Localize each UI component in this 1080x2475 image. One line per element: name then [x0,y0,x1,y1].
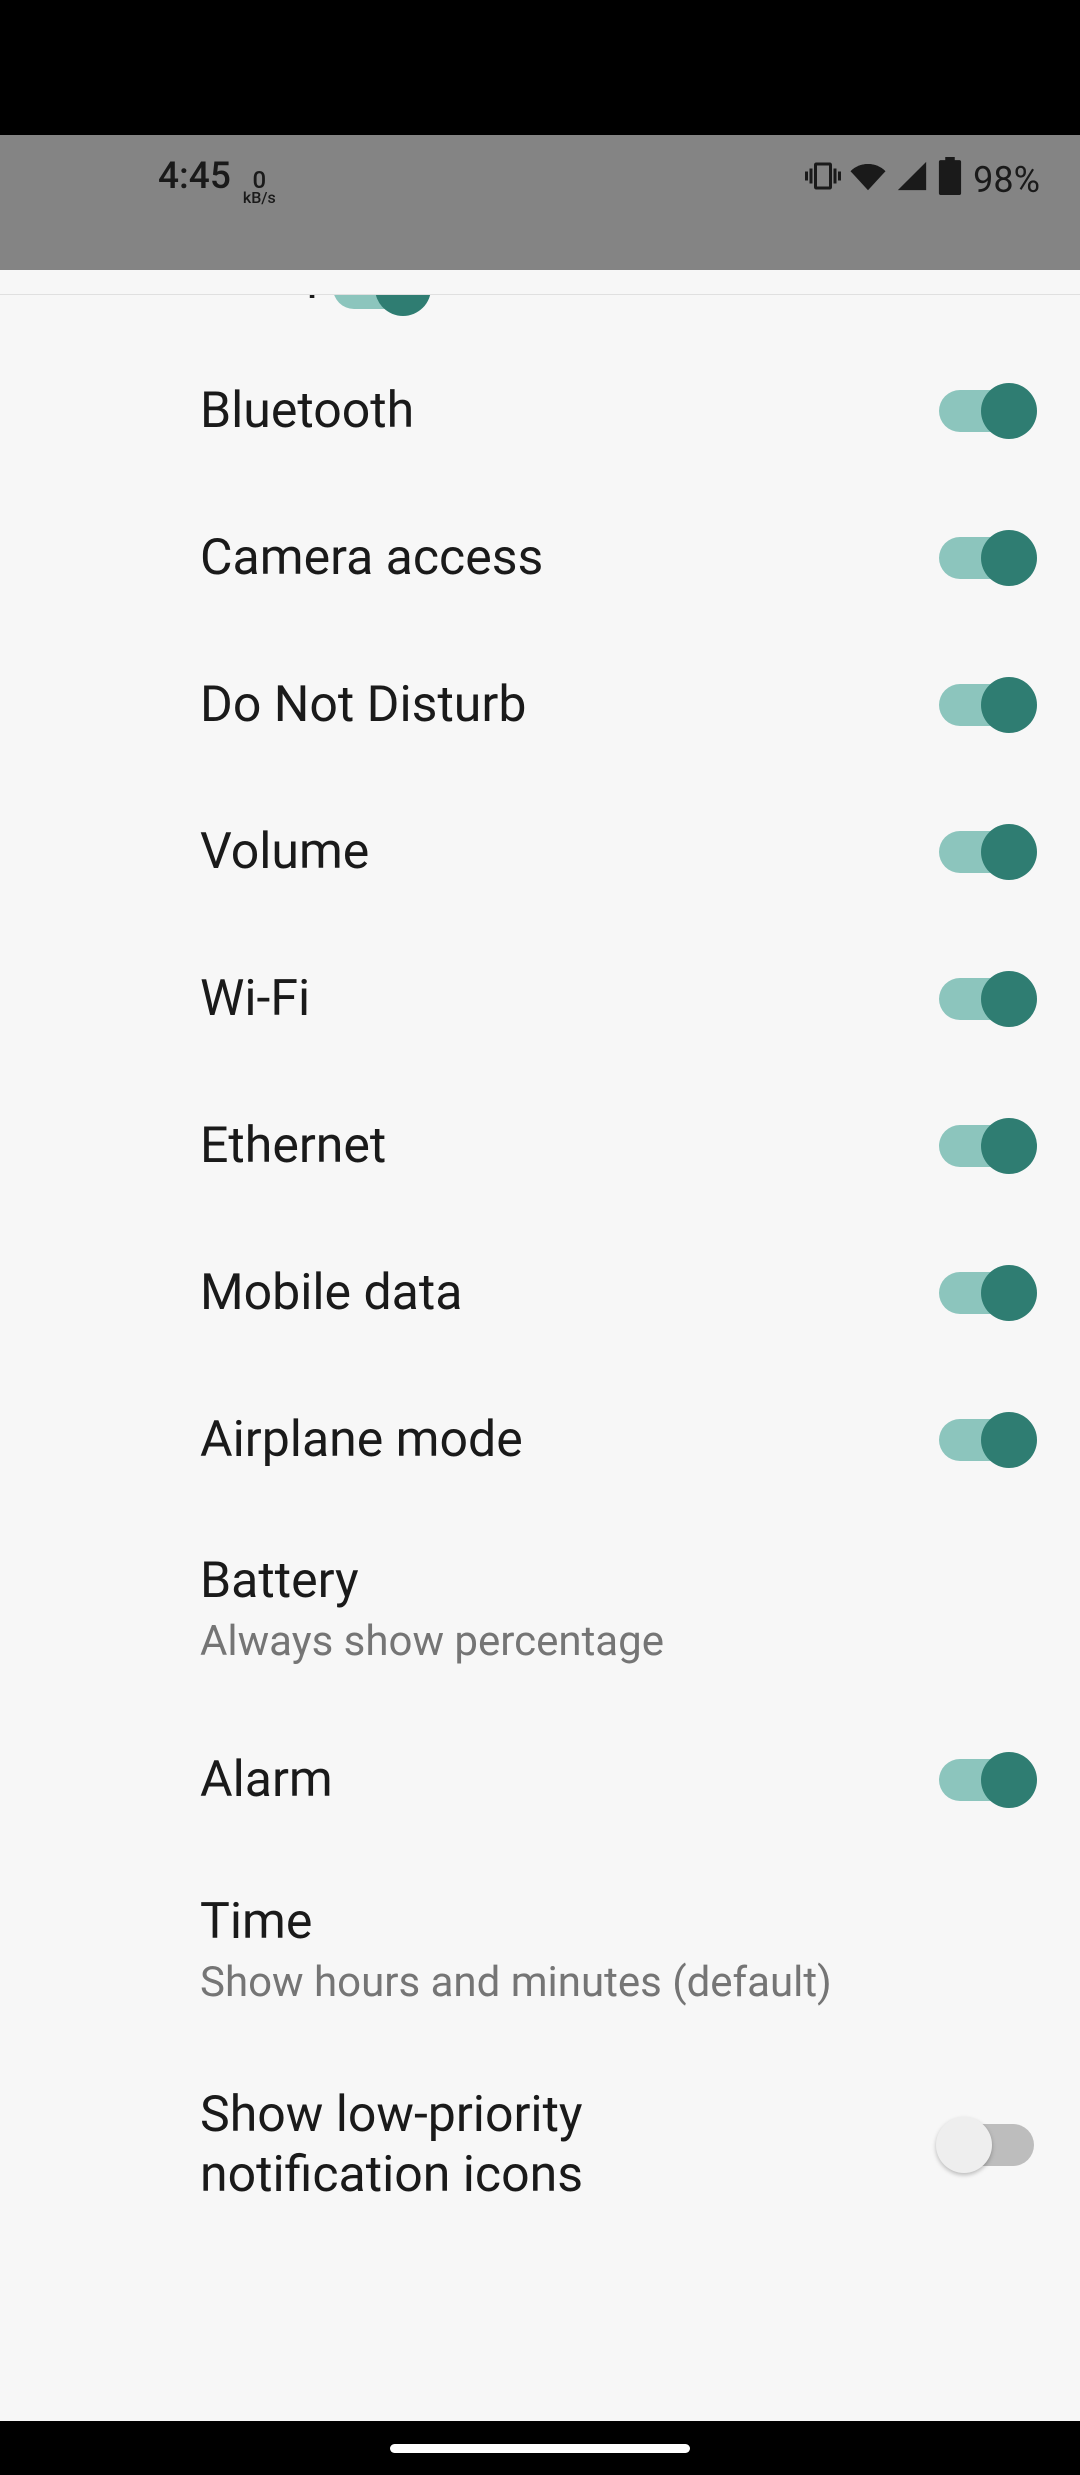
row-label: Battery [200,1551,664,1611]
list-item[interactable]: Ethernet [0,1072,1080,1219]
status-bar: 4:45 0 kB/s 98% [0,135,1080,225]
toggle-thumb [981,971,1037,1027]
row-text: Show low-priority notification icons [200,2085,840,2205]
row-text: Wi-Fi [200,969,310,1029]
list-item[interactable]: BatteryAlways show percentage [0,1513,1080,1707]
toggle-thumb [981,1412,1037,1468]
toggle-switch[interactable] [939,2124,1034,2166]
toggle-switch[interactable] [939,1125,1034,1167]
list-item[interactable]: Show low-priority notification icons [0,2047,1080,2243]
toggle-switch[interactable] [939,1272,1034,1314]
row-label: Wi-Fi [200,969,310,1029]
list-item[interactable]: TimeShow hours and minutes (default) [0,1854,1080,2048]
toggle-switch[interactable] [939,1759,1034,1801]
row-sublabel: Show hours and minutes (default) [200,1957,832,2010]
list-item[interactable]: Alarm [0,1707,1080,1854]
settings-list[interactable]: Hotspot Bluetooth Camera access Do Not Dis… [0,295,1080,2243]
nav-pill[interactable] [390,2444,690,2453]
row-label: Camera access [200,528,543,588]
toggle-thumb [981,824,1037,880]
list-item[interactable]: Mobile data [0,1219,1080,1366]
row-text: Ethernet [200,1116,386,1176]
list-item[interactable]: Camera access [0,484,1080,631]
row-label: Alarm [200,1750,333,1810]
toggle-thumb [981,530,1037,586]
toggle-thumb [981,1265,1037,1321]
row-sublabel: Always show percentage [200,1616,664,1669]
signal-icon [895,159,929,202]
row-text: BatteryAlways show percentage [200,1551,664,1669]
toggle-thumb [936,2117,992,2173]
battery-icon [937,157,963,204]
toggle-switch[interactable] [939,537,1034,579]
row-label: Do Not Disturb [200,675,526,735]
navigation-bar [0,2421,1080,2475]
row-text: Do Not Disturb [200,675,526,735]
list-item[interactable]: Do Not Disturb [0,631,1080,778]
toggle-switch[interactable] [939,390,1034,432]
toggle-thumb [375,295,431,316]
row-text: Volume [200,822,369,882]
list-item[interactable]: Airplane mode [0,1366,1080,1513]
toggle-switch[interactable] [939,684,1034,726]
list-item[interactable]: Bluetooth [0,337,1080,484]
toggle-thumb [981,1118,1037,1174]
row-label: Airplane mode [200,1410,523,1470]
toggle-thumb [981,383,1037,439]
row-text: Mobile data [200,1263,462,1323]
row-text: Bluetooth [200,381,414,441]
vibrate-icon [805,158,841,203]
row-text: TimeShow hours and minutes (default) [200,1892,832,2010]
row-label: Volume [200,822,369,882]
row-text: Alarm [200,1750,333,1810]
status-time: 4:45 [158,155,231,198]
wifi-icon [849,157,887,204]
row-label: Ethernet [200,1116,386,1176]
toggle-switch[interactable] [939,1419,1034,1461]
row-label: Show low-priority notification icons [200,2085,840,2205]
row-label: Bluetooth [200,381,414,441]
row-label: Time [200,1892,832,1952]
toggle-hotspot[interactable] [333,295,428,309]
row-label: Mobile data [200,1263,462,1323]
toggle-thumb [981,677,1037,733]
row-text: Camera access [200,528,543,588]
list-item[interactable]: Volume [0,778,1080,925]
status-data-rate: 0 kB/s [243,170,276,206]
toggle-thumb [981,1752,1037,1808]
status-battery-text: 98% [973,159,1040,201]
row-text: Airplane mode [200,1410,523,1470]
toggle-switch[interactable] [939,978,1034,1020]
list-item[interactable]: Wi-Fi [0,925,1080,1072]
screenshot-dim-overlay: 4:45 0 kB/s 98% [0,135,1080,270]
toggle-switch[interactable] [939,831,1034,873]
list-item-clipped[interactable]: Hotspot [0,295,1080,337]
